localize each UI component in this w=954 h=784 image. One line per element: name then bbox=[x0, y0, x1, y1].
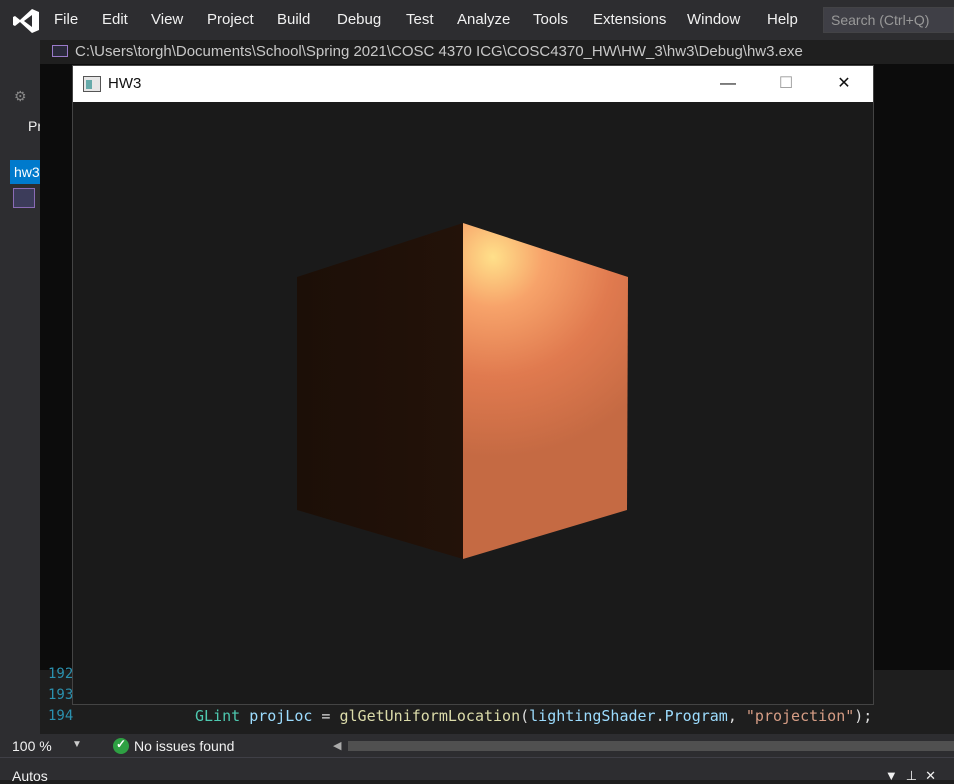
zoom-level[interactable]: 100 % bbox=[12, 738, 52, 754]
hw3-window: HW3 — ☐ ✕ bbox=[72, 65, 874, 705]
menu-debug[interactable]: Debug bbox=[337, 10, 381, 30]
console-path: C:\Users\torgh\Documents\School\Spring 2… bbox=[75, 43, 803, 60]
menu-analyze[interactable]: Analyze bbox=[457, 10, 510, 30]
window-title: HW3 bbox=[108, 75, 142, 92]
document-tab-hw3[interactable]: hw3 bbox=[10, 160, 42, 184]
search-input[interactable]: Search (Ctrl+Q) bbox=[823, 7, 954, 33]
line-number: 193 bbox=[48, 687, 74, 703]
menu-bar: File Edit View Project Build Debug Test … bbox=[0, 0, 954, 40]
minimize-button[interactable]: — bbox=[699, 66, 757, 102]
menu-help[interactable]: Help bbox=[767, 10, 798, 30]
line-number: 192 bbox=[48, 666, 74, 682]
menu-file[interactable]: File bbox=[54, 10, 78, 30]
console-titlebar[interactable]: C:\Users\torgh\Documents\School\Spring 2… bbox=[40, 40, 954, 64]
scroll-left-icon[interactable]: ◀ bbox=[333, 739, 341, 752]
console-icon bbox=[52, 45, 68, 57]
horizontal-scrollbar[interactable] bbox=[348, 741, 954, 751]
cube-left-face bbox=[297, 223, 463, 559]
panel-controls[interactable]: ▼⊥✕ bbox=[885, 768, 944, 784]
code-line-194[interactable]: GLint projLoc = glGetUniformLocation(lig… bbox=[195, 707, 872, 725]
panel-title: Autos bbox=[12, 768, 48, 784]
hw3-titlebar[interactable]: HW3 — ☐ ✕ bbox=[73, 66, 873, 102]
close-button[interactable]: ✕ bbox=[815, 66, 873, 102]
chevron-down-icon[interactable]: ▼ bbox=[72, 739, 82, 750]
menu-test[interactable]: Test bbox=[406, 10, 434, 30]
maximize-button[interactable]: ☐ bbox=[757, 66, 815, 102]
line-number: 194 bbox=[48, 708, 74, 724]
toolbar-icon[interactable]: ⚙ bbox=[14, 88, 27, 105]
app-icon bbox=[83, 76, 101, 92]
class-view-icon[interactable] bbox=[13, 188, 35, 208]
check-icon bbox=[113, 737, 129, 754]
menu-window[interactable]: Window bbox=[687, 10, 740, 30]
cube-right-face bbox=[463, 223, 628, 559]
opengl-viewport[interactable] bbox=[73, 102, 873, 704]
menu-edit[interactable]: Edit bbox=[102, 10, 128, 30]
autos-panel-header: Autos ▼⊥✕ bbox=[0, 757, 954, 784]
issues-status[interactable]: No issues found bbox=[134, 738, 234, 754]
menu-project[interactable]: Project bbox=[207, 10, 254, 30]
menu-tools[interactable]: Tools bbox=[533, 10, 568, 30]
status-bar: 100 % ▼ No issues found ◀ bbox=[0, 735, 954, 757]
menu-extensions[interactable]: Extensions bbox=[593, 10, 666, 30]
menu-build[interactable]: Build bbox=[277, 10, 310, 30]
menu-view[interactable]: View bbox=[151, 10, 183, 30]
visual-studio-logo-icon bbox=[13, 9, 39, 33]
cube-render bbox=[297, 223, 628, 559]
